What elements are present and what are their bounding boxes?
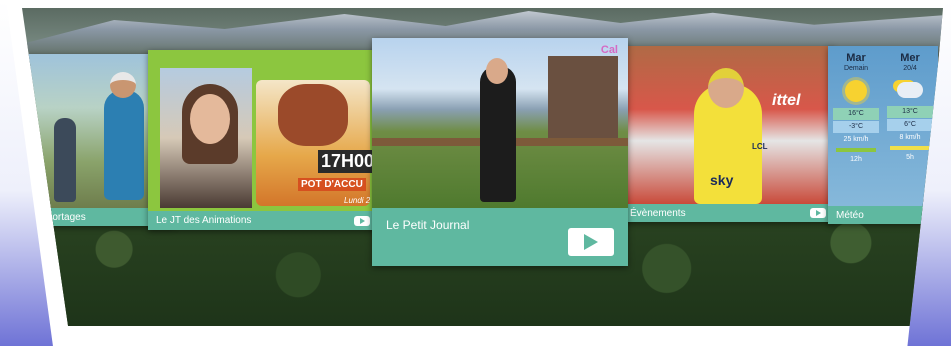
presenter-photo [160, 68, 252, 208]
extra-value: 12h [850, 156, 862, 163]
jt-thumbnail: 17H00 POT D'ACCU Lundi 2 [148, 50, 378, 211]
mascot-image [278, 84, 348, 146]
tile-evenements[interactable]: ittel LCL sky Évènements [622, 46, 834, 222]
meteo-day-2: Mer 20/4 13°C 6°C 8 km/h 5h [884, 46, 936, 206]
play-icon[interactable] [568, 228, 614, 256]
presenter-face [486, 58, 508, 84]
evenements-caption: Évènements [622, 204, 834, 222]
meteo-panel: Mar Demain 16°C -3°C 25 km/h 12h Mer 20/… [828, 46, 938, 206]
extra-value: 5h [906, 154, 914, 161]
level-bar [836, 148, 876, 152]
photographer-figure [54, 118, 76, 202]
jersey-text: sky [710, 172, 734, 188]
tv-frame: Reportages 17H00 POT D'ACCU Lundi 2 Le J… [6, 0, 945, 346]
low-temp: 6°C [887, 119, 933, 131]
jersey-brand: LCL [752, 142, 768, 151]
petit-journal-thumbnail: Cal [372, 38, 628, 208]
high-temp: 16°C [833, 108, 879, 120]
sponsor-banner: ittel [772, 92, 801, 109]
day-name: Mer [900, 52, 920, 64]
jt-label: Le JT des Animations [156, 215, 252, 226]
day-sub: 20/4 [903, 65, 917, 72]
sun-icon [845, 80, 867, 102]
tile-petit-journal[interactable]: Cal Le Petit Journal [372, 38, 628, 266]
presenter-figure [480, 66, 516, 202]
meteo-day-1: Mar Demain 16°C -3°C 25 km/h 12h [830, 46, 882, 206]
poster-time: 17H00 [318, 150, 378, 173]
rider-head [708, 68, 744, 108]
petit-journal-caption: Le Petit Journal [372, 208, 628, 266]
meteo-caption: Météo [828, 206, 938, 224]
wind-speed: 8 km/h [899, 134, 921, 141]
play-icon[interactable] [810, 208, 826, 218]
meteo-label: Météo [836, 209, 864, 221]
channel-logo: Cal [600, 44, 618, 56]
high-temp: 13°C [887, 106, 933, 118]
low-temp: -3°C [833, 121, 879, 133]
poster-banner: POT D'ACCU [298, 178, 366, 191]
day-name: Mar [846, 52, 866, 64]
level-bar [890, 146, 930, 150]
cyclist-figure [104, 90, 144, 200]
presenter-face [190, 94, 230, 144]
petit-journal-label: Le Petit Journal [386, 218, 470, 232]
jt-caption: Le JT des Animations [148, 211, 378, 230]
poster-date: Lundi 2 [344, 196, 371, 205]
cloud-sun-icon [897, 82, 923, 98]
tile-jt-animations[interactable]: 17H00 POT D'ACCU Lundi 2 Le JT des Anima… [148, 50, 378, 230]
screen-background: Reportages 17H00 POT D'ACCU Lundi 2 Le J… [22, 8, 943, 326]
play-icon[interactable] [354, 215, 370, 226]
day-sub: Demain [843, 65, 869, 72]
cyclist-head [110, 72, 136, 98]
tile-meteo[interactable]: Mar Demain 16°C -3°C 25 km/h 12h Mer 20/… [828, 46, 938, 224]
evenements-label: Évènements [630, 207, 686, 219]
reportages-label: Reportages [34, 211, 86, 223]
chalet-building [548, 56, 618, 140]
wind-speed: 25 km/h [843, 136, 869, 143]
evenements-thumbnail: ittel LCL sky [622, 46, 834, 204]
